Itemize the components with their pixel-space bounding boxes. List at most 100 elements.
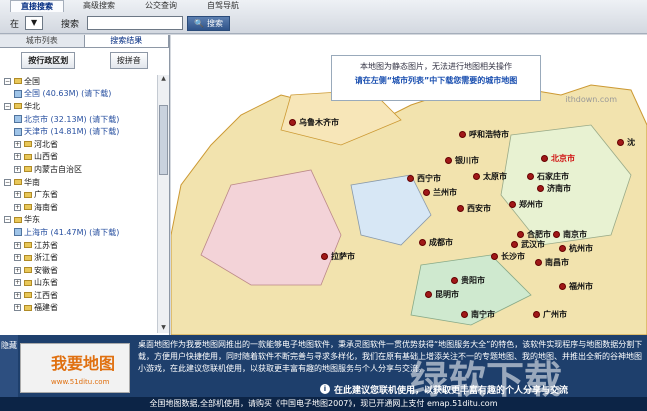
city-dot [321,253,328,260]
map-icon [14,89,22,98]
tab-advanced-search[interactable]: 高级搜索 [72,0,126,12]
tree-folder-item[interactable]: + 江苏省 [0,239,156,252]
sort-by-pinyin-button[interactable]: 按拼音 [109,51,148,69]
city-dot [533,311,540,318]
collapse-icon[interactable]: − [4,216,11,224]
tree-folder-item[interactable]: − 全国 [0,75,156,88]
tree-map-item[interactable]: 上海市 (41.47M) (请下载) [0,226,156,239]
tree-item-label: 江西省 [34,290,58,300]
expand-icon[interactable]: + [14,140,21,148]
city-dot [445,157,452,164]
expand-icon[interactable]: + [14,153,21,161]
tree-folder-item[interactable]: − 华东 [0,214,156,227]
city-label: 济南市 [547,184,571,193]
city-dot [559,283,566,290]
city-label: 武汉市 [521,240,545,249]
tree-folder-item[interactable]: − 华北 [0,100,156,113]
scroll-down-icon[interactable]: ▼ [159,324,168,333]
tree-item-label: 北京市 (32.13M) (请下载) [24,114,120,124]
expand-icon[interactable]: + [14,291,21,299]
tree-item-label: 全国 [24,76,40,86]
tree-map-item[interactable]: 北京市 (32.13M) (请下载) [0,113,156,126]
tree-folder-item[interactable]: + 浙江省 [0,251,156,264]
collapse-icon[interactable]: − [4,77,11,85]
tab-driving-nav[interactable]: 自驾导航 [196,0,250,12]
tab-search-results[interactable]: 搜索结果 [83,35,169,47]
tree-item-label: 福建省 [34,303,58,313]
collapse-icon[interactable]: − [4,178,11,186]
tree-scrollbar[interactable]: ▲ ▼ [157,75,169,333]
search-button-label: 搜索 [207,18,223,28]
tree-folder-item[interactable]: + 河北省 [0,138,156,151]
tree-folder-item[interactable]: + 安徽省 [0,264,156,277]
tab-bus-query[interactable]: 公交查询 [134,0,188,12]
tree-folder-item[interactable]: + 内蒙古自治区 [0,163,156,176]
search-tabs: 直接搜索 高级搜索 公交查询 自驾导航 [10,0,258,12]
tree-item-label: 海南省 [34,202,58,212]
tree-item-label: 江苏省 [34,240,58,250]
expand-icon[interactable]: + [14,304,21,312]
top-toolbar: 直接搜索 高级搜索 公交查询 自驾导航 在 ▼ 搜索 🔍 搜索 [0,0,647,34]
tree-item-label: 华北 [24,101,40,111]
map-view[interactable]: 本地图为静态图片，无法进行地图相关操作 请在左侧“城市列表”中下载您需要的城市地… [171,35,647,335]
sort-buttons: 按行政区划 按拼音 [0,48,169,72]
tab-city-list[interactable]: 城市列表 [0,35,84,47]
status-bar: 全国地图数据,全部机使用，请购买《中国电子地图2007》，现已开通网上支付 em… [0,397,647,411]
expand-icon[interactable]: + [14,254,21,262]
tree-map-item[interactable]: 天津市 (14.81M) (请下载) [0,125,156,138]
search-button[interactable]: 🔍 搜索 [187,15,230,31]
region-select[interactable]: ▼ [25,16,44,30]
tree-folder-item[interactable]: + 福建省 [0,302,156,315]
folder-icon [14,78,22,85]
sort-by-admin-button[interactable]: 按行政区划 [21,51,76,69]
city-label: 银川市 [455,156,479,165]
city-dot [459,131,466,138]
city-dot [527,173,534,180]
city-label: 兰州市 [433,188,457,197]
tree-folder-item[interactable]: − 华南 [0,176,156,189]
city-dot [491,253,498,260]
city-dot [425,291,432,298]
tree-folder-item[interactable]: + 山东省 [0,277,156,290]
city-label: 长沙市 [501,252,525,261]
expand-icon[interactable]: + [14,165,21,173]
tree-folder-item[interactable]: + 江西省 [0,289,156,302]
folder-icon [24,254,32,261]
city-dot [511,241,518,248]
tree-folder-item[interactable]: + 广东省 [0,188,156,201]
logo-title: 我要地图 [51,354,116,373]
watermark-text: 绿软下载 [410,358,563,402]
tree-item-label: 华南 [24,177,40,187]
city-dot [451,277,458,284]
info-icon: i [320,384,330,394]
expand-icon[interactable]: + [14,266,21,274]
city-dot [407,175,414,182]
tree-folder-item[interactable]: + 海南省 [0,201,156,214]
scroll-thumb[interactable] [159,105,168,175]
folder-icon [24,166,32,173]
city-label: 乌鲁木齐市 [299,118,339,127]
city-dot [617,139,624,146]
expand-icon[interactable]: + [14,203,21,211]
tree-item-label: 安徽省 [34,265,58,275]
tree-item-label: 广东省 [34,190,58,200]
expand-icon[interactable]: + [14,241,21,249]
expand-icon[interactable]: + [14,191,21,199]
tab-direct-search[interactable]: 直接搜索 [10,0,64,12]
search-input[interactable] [87,16,184,30]
tree-item-label: 华东 [24,215,40,225]
scroll-up-icon[interactable]: ▲ [159,75,168,84]
tree-map-item[interactable]: 全国 (40.63M) (请下载) [0,88,156,101]
folder-icon [24,141,32,148]
city-label: 北京市 [551,154,575,163]
city-label: 福州市 [569,282,593,291]
search-row: 在 ▼ 搜索 🔍 搜索 [10,15,230,31]
collapse-icon[interactable]: − [4,102,11,110]
tree-folder-item[interactable]: + 山西省 [0,151,156,164]
tree-item-label: 全国 (40.63M) (请下载) [24,89,112,99]
map-icon [14,228,22,237]
city-dot [517,231,524,238]
chevron-down-icon: ▼ [30,18,38,27]
city-label: 郑州市 [519,200,543,209]
expand-icon[interactable]: + [14,279,21,287]
